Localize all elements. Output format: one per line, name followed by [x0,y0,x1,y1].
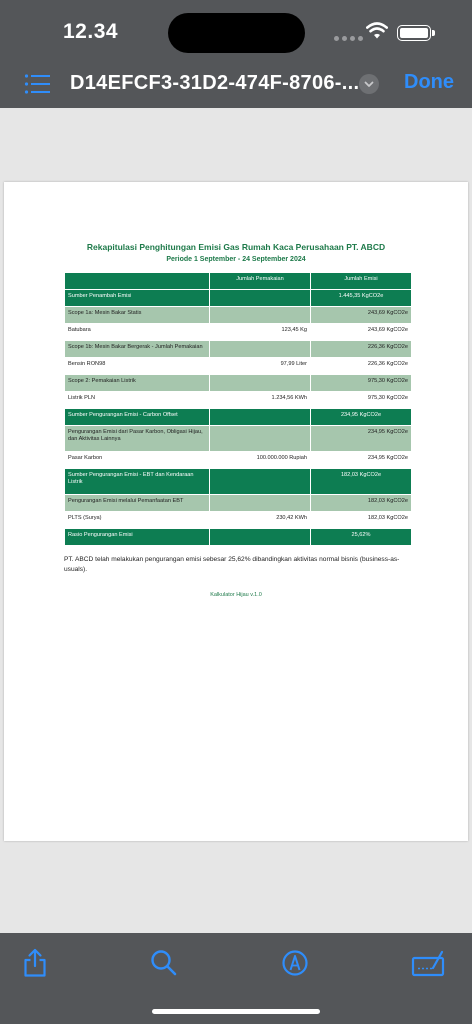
table-cell: Scope 1a: Mesin Bakar Statis [64,306,210,324]
list-icon[interactable] [24,73,50,95]
table-cell: 975,30 KgCO2e [310,374,412,392]
table-cell: 243,69 KgCO2e [310,306,412,324]
wifi-icon [366,22,388,39]
table-cell: Bensin RON98 [64,357,210,375]
table-header-cell: Jumlah Emisi [310,272,412,290]
navigation-bar: D14EFCF3-31D2-474F-8706-... Done [0,62,472,108]
table-cell [209,289,311,307]
report-title: Rekapitulasi Penghitungan Emisi Gas Ruma… [86,242,386,252]
table-cell [209,425,311,452]
document-title[interactable]: D14EFCF3-31D2-474F-8706-... [70,72,359,95]
table-cell [209,494,311,512]
table-cell: Pasar Karbon [64,451,210,469]
table-cell: 1.234,56 KWh [209,391,311,409]
table-row: Bensin RON98 97,99 Liter 226,36 KgCO2e [64,357,412,375]
table-cell: 226,36 KgCO2e [310,340,412,358]
table-row: Sumber Penambah Emisi 1.445,35 KgCO2e [64,289,412,307]
table-cell: Pengurangan Emisi melalui Pemanfaatan EB… [64,494,210,512]
table-row: Listrik PLN 1.234,56 KWh 975,30 KgCO2e [64,391,412,409]
table-cell [209,468,311,495]
search-icon[interactable] [150,948,178,978]
table-row: PLTS (Surya) 230,42 KWh 182,03 KgCO2e [64,511,412,529]
report-period: Periode 1 September - 24 September 2024 [166,256,306,263]
emission-table: Jumlah Pemakaian Jumlah Emisi Sumber Pen… [64,272,412,546]
chevron-down-icon [364,81,374,87]
table-cell: 230,42 KWh [209,511,311,529]
table-cell: 182,03 KgCO2e [310,494,412,512]
document-viewer[interactable]: Rekapitulasi Penghitungan Emisi Gas Ruma… [0,108,472,933]
table-cell: 123,45 Kg [209,323,311,341]
table-row: Pasar Karbon 100.000.000 Rupiah 234,95 K… [64,451,412,469]
table-row: Scope 2: Pemakaian Listrik 975,30 KgCO2e [64,374,412,392]
table-cell [209,408,311,426]
table-cell: Scope 1b: Mesin Bakar Bergerak - Jumlah … [64,340,210,358]
document-page: Rekapitulasi Penghitungan Emisi Gas Ruma… [4,182,468,841]
title-menu-button[interactable] [359,74,379,94]
table-cell: Scope 2: Pemakaian Listrik [64,374,210,392]
table-header-row: Jumlah Pemakaian Jumlah Emisi [64,272,412,290]
table-cell: 975,30 KgCO2e [310,391,412,409]
table-cell: 97,99 Liter [209,357,311,375]
table-cell: 234,95 KgCO2e [310,451,412,469]
table-cell: Sumber Penambah Emisi [64,289,210,307]
dynamic-island [168,13,305,53]
table-cell [209,306,311,324]
table-header-cell [64,272,210,290]
calculator-version: Kalkulator Hijau v.1.0 [210,592,262,598]
table-cell: 100.000.000 Rupiah [209,451,311,469]
done-button[interactable]: Done [404,71,454,94]
table-row: Scope 1b: Mesin Bakar Bergerak - Jumlah … [64,340,412,358]
table-cell: 1.445,35 KgCO2e [310,289,412,307]
conclusion-text: PT. ABCD telah melakukan pengurangan emi… [64,556,400,574]
table-cell [209,528,311,546]
home-indicator [152,1009,320,1014]
table-cell: 226,36 KgCO2e [310,357,412,375]
table-row: Rasio Pengurangan Emisi 25,62% [64,528,412,546]
table-cell: Sumber Pengurangan Emisi - EBT dan Kenda… [64,468,210,495]
battery-icon [397,25,435,41]
table-cell: Pengurangan Emisi dari Pasar Karbon, Obl… [64,425,210,452]
table-cell: 182,03 KgCO2e [310,468,412,495]
table-cell: PLTS (Surya) [64,511,210,529]
table-header-cell: Jumlah Pemakaian [209,272,311,290]
cellular-signal-icon [334,36,363,41]
table-cell: Rasio Pengurangan Emisi [64,528,210,546]
table-cell: Listrik PLN [64,391,210,409]
table-cell: 243,69 KgCO2e [310,323,412,341]
table-cell: Sumber Pengurangan Emisi - Carbon Offset [64,408,210,426]
table-row: Sumber Pengurangan Emisi - EBT dan Kenda… [64,468,412,495]
table-cell: 234,95 KgCO2e [310,425,412,452]
table-cell: 182,03 KgCO2e [310,511,412,529]
table-row: Scope 1a: Mesin Bakar Statis 243,69 KgCO… [64,306,412,324]
table-row: Batubara 123,45 Kg 243,69 KgCO2e [64,323,412,341]
table-row: Sumber Pengurangan Emisi - Carbon Offset… [64,408,412,426]
table-cell [209,374,311,392]
status-bar: 12.34 [0,0,472,62]
table-cell: 234,95 KgCO2e [310,408,412,426]
status-time: 12.34 [63,20,119,43]
table-row: Pengurangan Emisi dari Pasar Karbon, Obl… [64,425,412,452]
table-cell [209,340,311,358]
table-row: Pengurangan Emisi melalui Pemanfaatan EB… [64,494,412,512]
table-cell: 25,62% [310,528,412,546]
markup-icon[interactable] [281,948,309,978]
share-icon[interactable] [22,948,48,978]
signature-icon[interactable] [411,948,445,978]
table-cell: Batubara [64,323,210,341]
